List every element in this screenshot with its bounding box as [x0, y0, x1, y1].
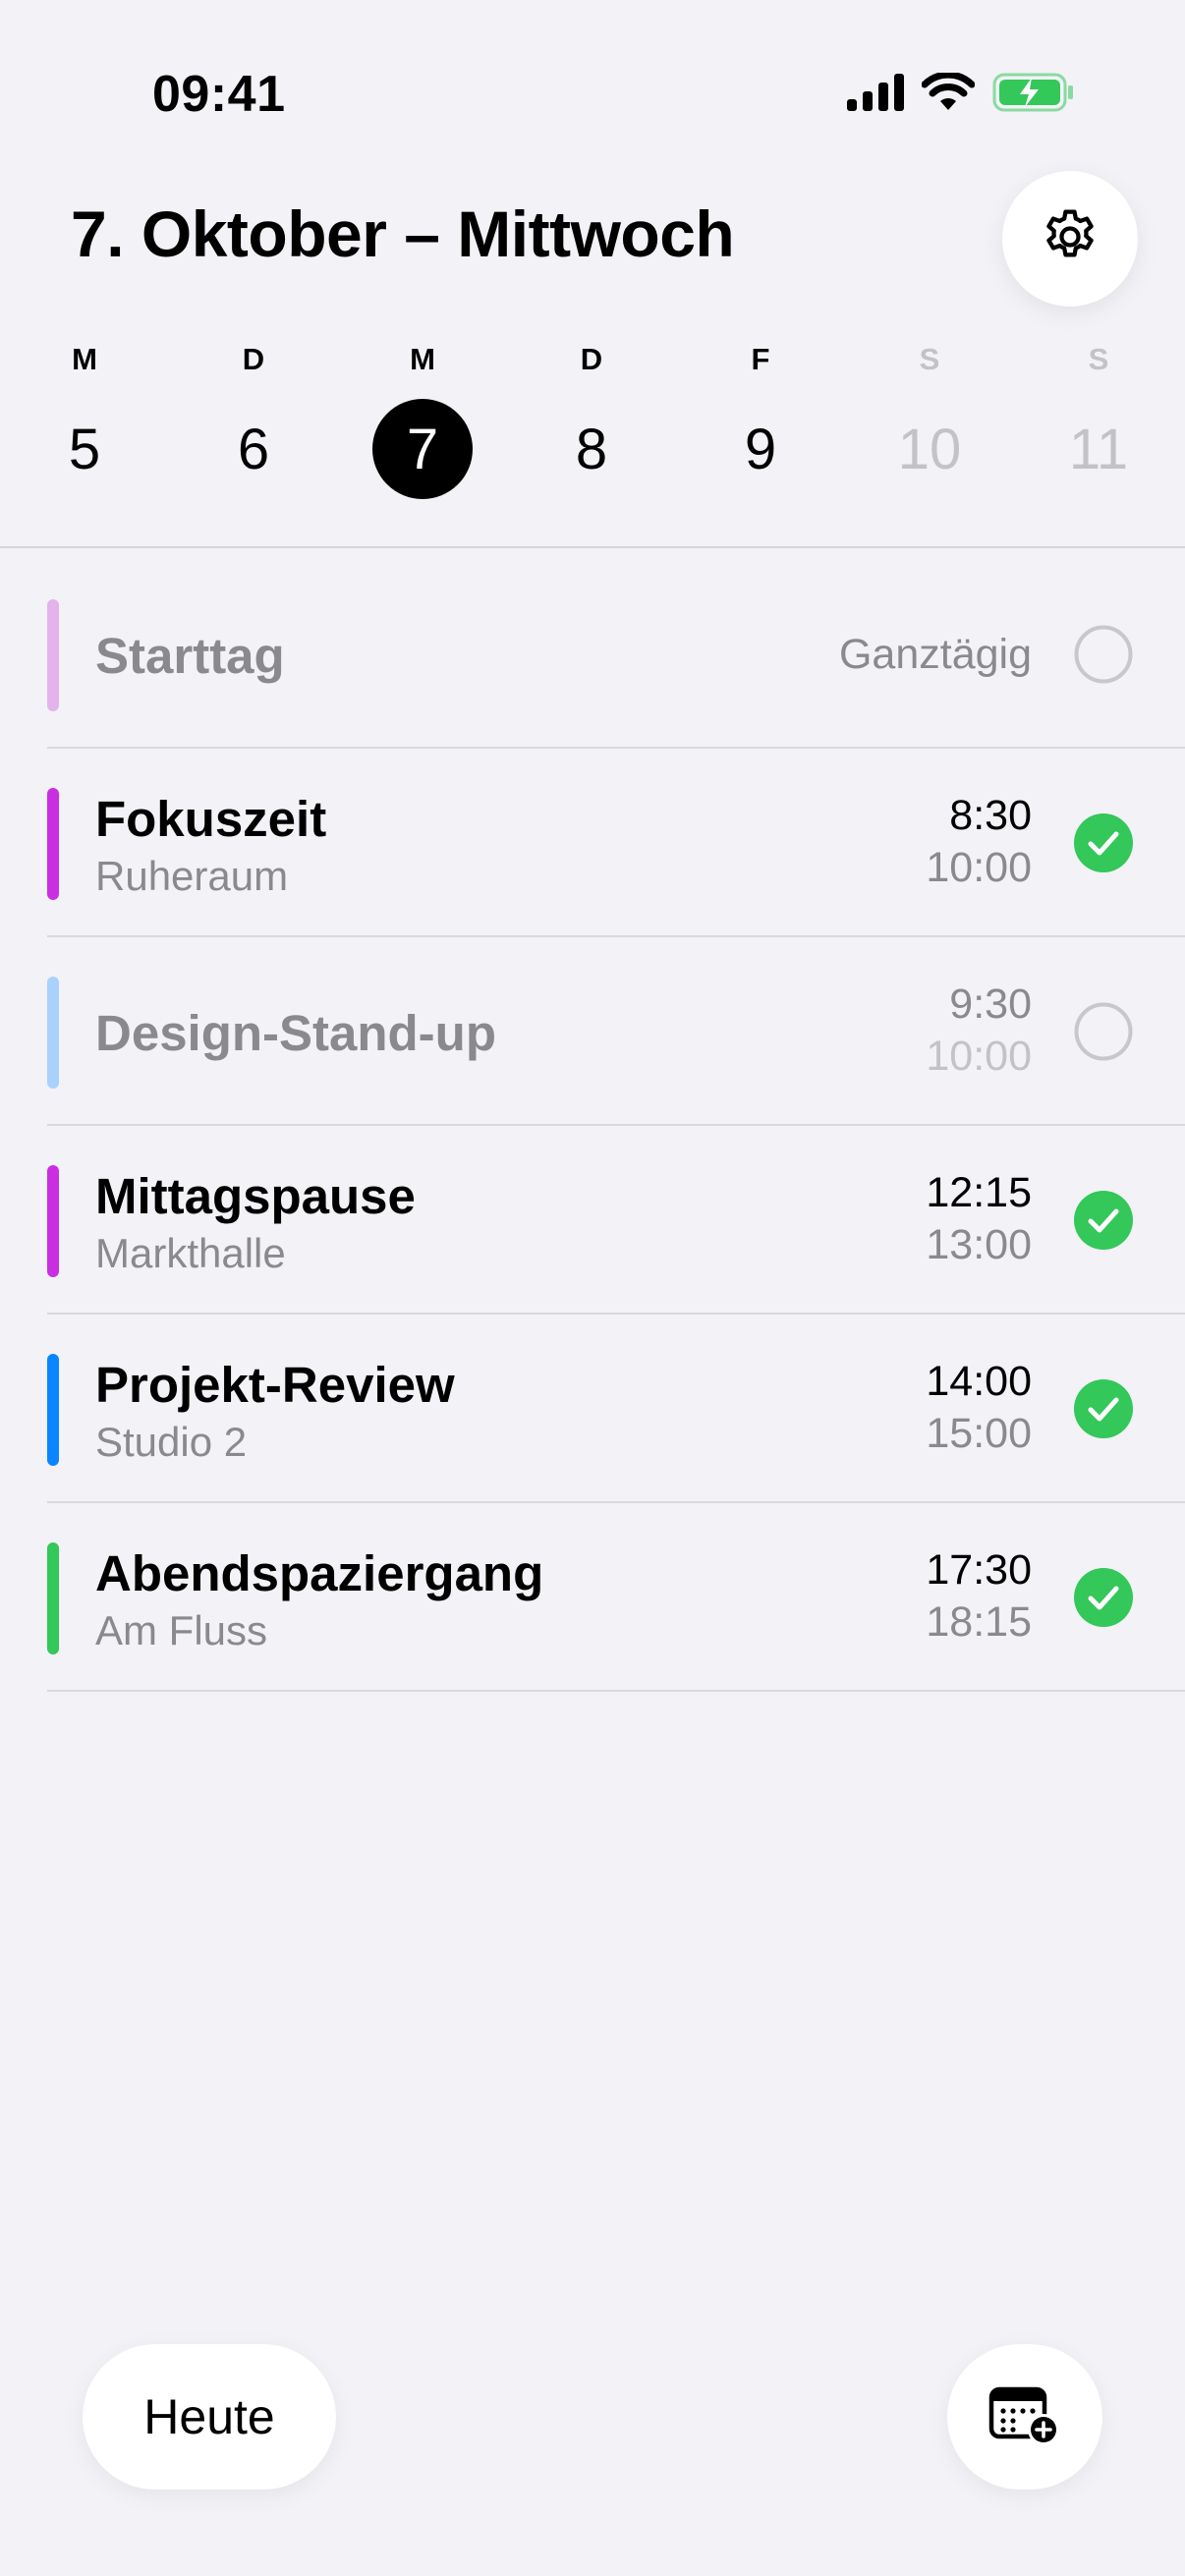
battery-charging-icon: [992, 73, 1075, 112]
event-time: 8:30 10:00: [926, 792, 1032, 892]
event-end-time: 15:00: [926, 1410, 1032, 1457]
day-letter: M: [72, 342, 97, 376]
event-end-time: 18:15: [926, 1598, 1032, 1646]
event-time: 9:30 10:00: [926, 980, 1032, 1081]
day-letter: M: [410, 342, 435, 376]
checkmark-circle-icon: [1074, 813, 1133, 876]
status-time: 09:41: [152, 66, 286, 123]
event-title: Design-Stand-up: [95, 1005, 496, 1061]
day-number: 8: [575, 417, 608, 481]
day-7-selected[interactable]: M 7: [364, 342, 481, 509]
day-9[interactable]: F 9: [702, 342, 819, 509]
cellular-signal-icon: [847, 74, 906, 111]
event-checkbox[interactable]: [1074, 625, 1133, 684]
day-6[interactable]: D 6: [195, 342, 312, 509]
day-letter: D: [580, 342, 603, 376]
gear-icon: [1039, 205, 1101, 273]
status-icons: [847, 73, 1075, 112]
today-button[interactable]: Heute: [83, 2344, 336, 2490]
event-row-mittagspause[interactable]: Mittagspause Markthalle 12:15 13:00: [0, 1126, 1185, 1315]
event-end-time: 10:00: [926, 1033, 1032, 1080]
day-8[interactable]: D 8: [533, 342, 650, 509]
add-event-button[interactable]: [947, 2344, 1102, 2490]
day-number: 11: [1068, 417, 1129, 481]
event-start-time: 8:30: [949, 792, 1032, 839]
event-checkbox[interactable]: [1074, 1191, 1133, 1250]
event-location: Studio 2: [95, 1419, 248, 1465]
event-row-abendspaziergang[interactable]: Abendspaziergang Am Fluss 17:30 18:15: [0, 1503, 1185, 1692]
event-start-time: 14:00: [926, 1358, 1032, 1405]
event-start-time: 17:30: [926, 1546, 1032, 1594]
event-start-time: 9:30: [949, 980, 1032, 1028]
event-checkbox[interactable]: [1074, 1568, 1133, 1627]
event-end-time: 10:00: [926, 844, 1032, 891]
header-divider: [0, 546, 1185, 548]
event-start-time: 12:15: [926, 1169, 1032, 1216]
checkmark-circle-icon: [1074, 1379, 1133, 1442]
event-color-bar: [47, 1542, 59, 1654]
event-checkbox[interactable]: [1074, 1002, 1133, 1061]
checkmark-circle-icon: [1074, 1568, 1133, 1631]
day-letter: D: [242, 342, 265, 376]
event-location: Am Fluss: [95, 1607, 268, 1653]
day-letter: F: [751, 342, 770, 376]
event-color-bar: [47, 977, 59, 1089]
week-strip: M 5 D 6 M 7 D 8 F 9 S 10 S 11: [0, 342, 1185, 509]
day-number: 9: [744, 417, 777, 481]
event-time: 17:30 18:15: [926, 1546, 1032, 1647]
event-location: Ruheraum: [95, 853, 289, 899]
day-5[interactable]: M 5: [26, 342, 143, 509]
day-number: 10: [897, 417, 962, 481]
checkmark-circle-icon: [1074, 1191, 1133, 1254]
event-color-bar: [47, 1354, 59, 1466]
event-title: Projekt-Review: [95, 1357, 455, 1413]
event-checkbox[interactable]: [1074, 1379, 1133, 1438]
event-time: 12:15 13:00: [926, 1169, 1032, 1269]
wifi-icon: [922, 73, 975, 112]
event-row-starttag[interactable]: Starttag Ganztägig: [0, 560, 1185, 749]
event-row-fokuszeit[interactable]: Fokuszeit Ruheraum 8:30 10:00: [0, 749, 1185, 937]
day-letter: S: [1088, 342, 1109, 376]
event-title: Fokuszeit: [95, 791, 327, 847]
empty-circle-icon: [1074, 625, 1133, 688]
day-number: 6: [237, 417, 270, 481]
event-title: Starttag: [95, 628, 285, 684]
event-title: Abendspaziergang: [95, 1545, 544, 1601]
settings-button[interactable]: [1002, 171, 1138, 307]
event-row-design-stand-up[interactable]: Design-Stand-up 9:30 10:00: [0, 937, 1185, 1126]
empty-circle-icon: [1074, 1002, 1133, 1065]
day-11[interactable]: S 11: [1040, 342, 1157, 509]
calendar-day-screen: 09:41 7. Oktober – Mittwoch M 5 D 6 M 7 …: [0, 0, 1185, 2576]
event-title: Mittagspause: [95, 1168, 416, 1224]
event-color-bar: [47, 788, 59, 900]
event-checkbox[interactable]: [1074, 813, 1133, 872]
event-row-projekt-review[interactable]: Projekt-Review Studio 2 14:00 15:00: [0, 1315, 1185, 1503]
day-number: 5: [68, 417, 101, 481]
day-10[interactable]: S 10: [871, 342, 988, 509]
event-all-day-label: Ganztägig: [838, 631, 1032, 678]
calendar-add-icon: [988, 2383, 1061, 2451]
event-location: Markthalle: [95, 1230, 286, 1276]
event-color-bar: [47, 599, 59, 711]
day-number: 7: [372, 399, 473, 499]
event-time: 14:00 15:00: [926, 1358, 1032, 1458]
day-letter: S: [919, 342, 940, 376]
page-title: 7. Oktober – Mittwoch: [71, 197, 735, 270]
event-end-time: 13:00: [926, 1221, 1032, 1268]
event-color-bar: [47, 1165, 59, 1277]
row-divider: [47, 1690, 1185, 1692]
